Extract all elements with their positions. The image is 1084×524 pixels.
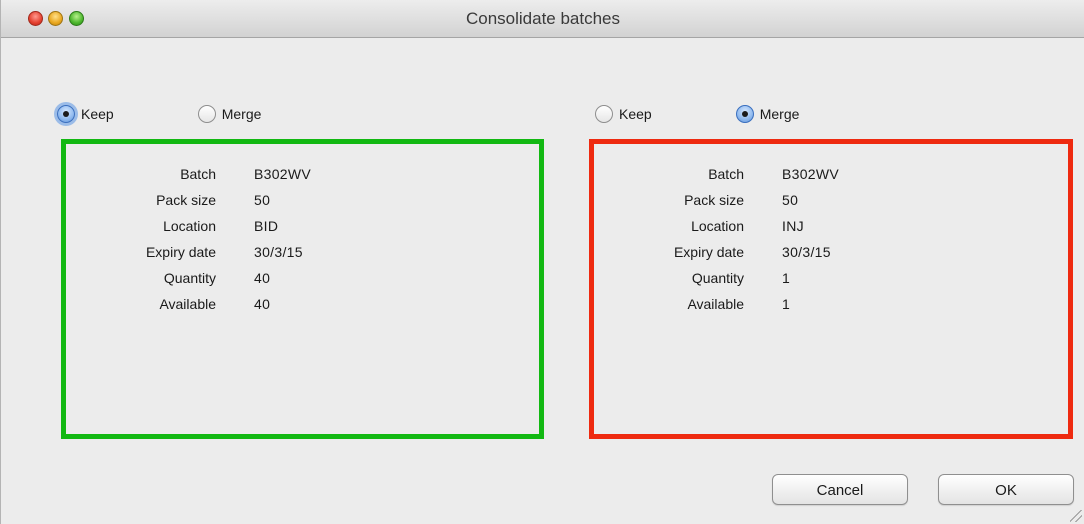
detail-row: Available 1 <box>594 291 839 317</box>
detail-row: Quantity 40 <box>66 265 311 291</box>
location-value: INJ <box>782 218 804 234</box>
keep-batch-panel: Batch B302WV Pack size 50 Location BID E… <box>61 139 544 439</box>
batch-value: B302WV <box>782 166 840 182</box>
right-keep-label: Keep <box>619 106 652 122</box>
left-radio-group: Keep Merge <box>57 105 261 123</box>
left-keep-label: Keep <box>81 106 114 122</box>
available-label: Available <box>687 296 744 312</box>
right-merge-label: Merge <box>759 106 800 122</box>
right-batch-details: Batch B302WV Pack size 50 Location INJ E… <box>594 161 839 317</box>
radio-selected-icon[interactable] <box>735 105 754 123</box>
right-merge-radio[interactable]: Merge <box>735 105 800 123</box>
right-keep-radio[interactable]: Keep <box>595 105 652 123</box>
detail-row: Expiry date 30/3/15 <box>594 239 839 265</box>
quantity-value: 40 <box>254 270 271 286</box>
ok-button[interactable]: OK <box>938 474 1074 505</box>
quantity-label: Quantity <box>691 270 744 286</box>
detail-row: Pack size 50 <box>594 187 839 213</box>
detail-row: Available 40 <box>66 291 311 317</box>
radio-unselected-icon[interactable] <box>197 105 216 123</box>
batch-label: Batch <box>180 166 216 182</box>
merge-batch-panel: Batch B302WV Pack size 50 Location INJ E… <box>589 139 1073 439</box>
expiry-date-label: Expiry date <box>145 244 216 260</box>
location-label: Location <box>163 218 216 234</box>
cancel-button[interactable]: Cancel <box>772 474 908 505</box>
available-value: 40 <box>254 296 271 312</box>
detail-row: Pack size 50 <box>66 187 311 213</box>
left-keep-radio[interactable]: Keep <box>57 105 114 123</box>
detail-row: Quantity 1 <box>594 265 839 291</box>
detail-row: Batch B302WV <box>66 161 311 187</box>
location-label: Location <box>691 218 744 234</box>
quantity-value: 1 <box>782 270 791 286</box>
pack-size-label: Pack size <box>156 192 216 208</box>
detail-row: Location BID <box>66 213 311 239</box>
left-merge-radio[interactable]: Merge <box>197 105 262 123</box>
left-batch-details: Batch B302WV Pack size 50 Location BID E… <box>66 161 311 317</box>
right-radio-group: Keep Merge <box>595 105 799 123</box>
radio-selected-icon[interactable] <box>57 105 75 123</box>
pack-size-value: 50 <box>782 192 799 208</box>
quantity-label: Quantity <box>163 270 216 286</box>
left-merge-label: Merge <box>221 106 262 122</box>
detail-row: Expiry date 30/3/15 <box>66 239 311 265</box>
expiry-date-value: 30/3/15 <box>782 244 831 260</box>
expiry-date-label: Expiry date <box>673 244 744 260</box>
available-value: 1 <box>782 296 791 312</box>
expiry-date-value: 30/3/15 <box>254 244 303 260</box>
dialog-window: Consolidate batches Keep Merge Keep Merg… <box>0 0 1084 524</box>
location-value: BID <box>254 218 279 234</box>
detail-row: Location INJ <box>594 213 839 239</box>
resize-grip-icon[interactable] <box>1070 510 1082 522</box>
title-bar[interactable]: Consolidate batches <box>1 0 1084 38</box>
batch-value: B302WV <box>254 166 312 182</box>
radio-unselected-icon[interactable] <box>595 105 613 123</box>
batch-label: Batch <box>708 166 744 182</box>
window-title: Consolidate batches <box>465 9 621 28</box>
pack-size-value: 50 <box>254 192 271 208</box>
detail-row: Batch B302WV <box>594 161 839 187</box>
available-label: Available <box>159 296 216 312</box>
pack-size-label: Pack size <box>684 192 744 208</box>
